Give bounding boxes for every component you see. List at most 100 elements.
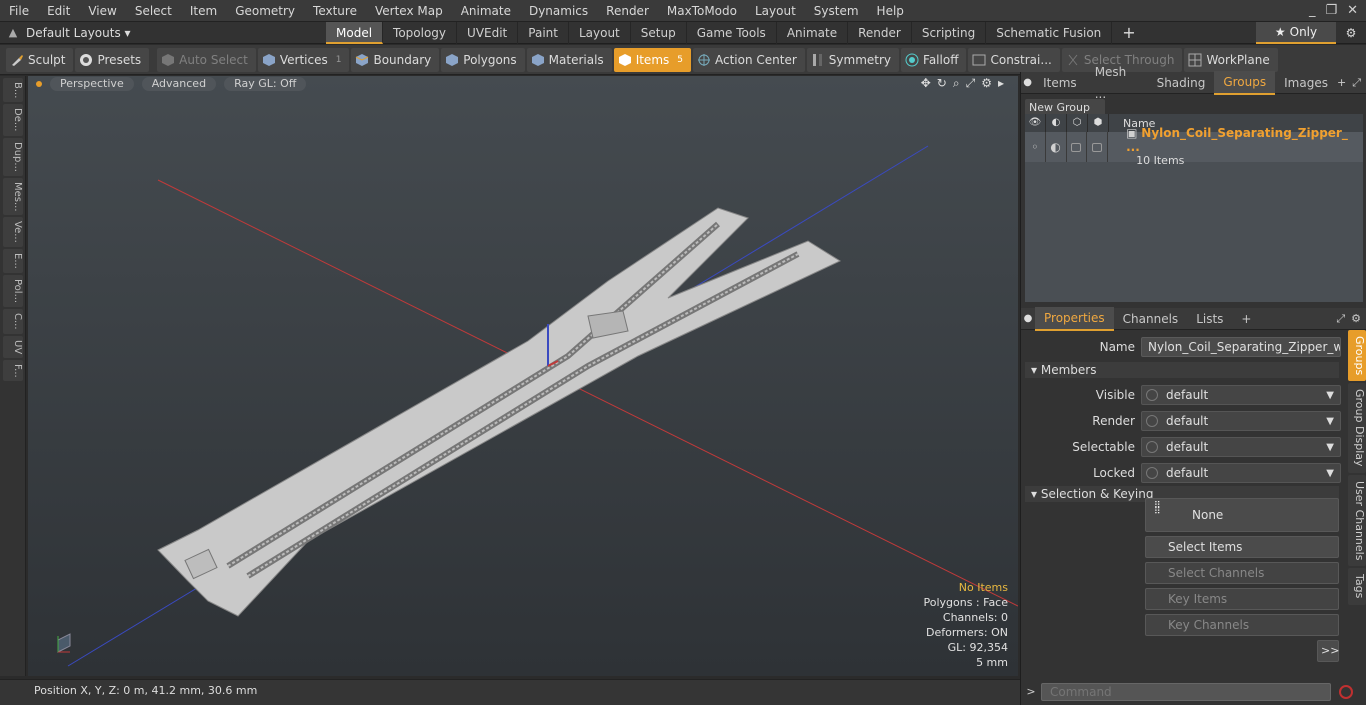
more-button[interactable]: >>	[1317, 640, 1339, 662]
lock-column-icon[interactable]: ⬢	[1088, 114, 1109, 132]
tab-paint[interactable]: Paint	[518, 21, 569, 44]
left-tab-edge[interactable]: E...	[3, 249, 23, 273]
symmetry-button[interactable]: Symmetry	[806, 47, 900, 72]
tab-groups[interactable]: Groups	[1214, 70, 1276, 95]
menu-vertex-map[interactable]: Vertex Map	[366, 0, 452, 22]
menu-edit[interactable]: Edit	[38, 0, 79, 22]
render-dropdown[interactable]: default ▼	[1141, 411, 1341, 431]
tab-layout[interactable]: Layout	[569, 21, 631, 44]
add-tab-icon[interactable]: +	[1112, 23, 1145, 42]
tab-animate[interactable]: Animate	[777, 21, 849, 44]
select-items-button[interactable]: Select Items	[1145, 536, 1339, 558]
tab-schematic-fusion[interactable]: Schematic Fusion	[986, 21, 1113, 44]
key-channels-button[interactable]: Key Channels	[1145, 614, 1339, 636]
view-type-button[interactable]: Perspective	[50, 77, 134, 91]
locked-dropdown[interactable]: default ▼	[1141, 463, 1341, 483]
tab-setup[interactable]: Setup	[631, 21, 687, 44]
select-channels-button[interactable]: Select Channels	[1145, 562, 1339, 584]
menu-layout[interactable]: Layout	[746, 0, 805, 22]
menu-help[interactable]: Help	[868, 0, 913, 22]
layout-arrow-icon[interactable]: ▲	[0, 26, 26, 39]
left-tab-vertex[interactable]: Ve...	[3, 217, 23, 248]
gear-icon[interactable]: ⚙	[1336, 26, 1366, 40]
row-select-checkbox[interactable]	[1071, 142, 1082, 152]
menu-dynamics[interactable]: Dynamics	[520, 0, 597, 22]
visible-dropdown[interactable]: default ▼	[1141, 385, 1341, 405]
side-tab-user-channels[interactable]: User Channels	[1348, 474, 1366, 567]
restore-icon[interactable]: ❐	[1325, 3, 1337, 18]
raygl-button[interactable]: Ray GL: Off	[224, 77, 307, 91]
tab-scripting[interactable]: Scripting	[912, 21, 987, 44]
left-tab-deform[interactable]: De...	[3, 104, 23, 136]
left-tab-mesh[interactable]: Mes...	[3, 177, 23, 216]
left-tab-curve[interactable]: C...	[3, 308, 23, 334]
add-props-tab-icon[interactable]: +	[1232, 308, 1260, 330]
menu-render[interactable]: Render	[597, 0, 658, 22]
tab-game-tools[interactable]: Game Tools	[687, 21, 777, 44]
table-row[interactable]: ◦ ◐ ▣ Nylon_Coil_Separating_Zipper_ ... …	[1025, 126, 1363, 167]
menu-geometry[interactable]: Geometry	[226, 0, 304, 22]
props-panel-menu-icon[interactable]: ●	[1021, 313, 1035, 324]
render-column-icon[interactable]: ◐	[1046, 114, 1067, 132]
row-lock-checkbox[interactable]	[1092, 142, 1103, 152]
menu-system[interactable]: System	[805, 0, 868, 22]
panel-menu-icon[interactable]: ●	[1021, 77, 1034, 88]
viewport-menu-icon[interactable]: ▸	[998, 76, 1004, 91]
record-macro-icon[interactable]	[1339, 684, 1353, 699]
tab-topology[interactable]: Topology	[383, 21, 458, 44]
members-section[interactable]: ▾ Members	[1025, 362, 1339, 378]
left-tab-duplicate[interactable]: Dup...	[3, 137, 23, 176]
menu-animate[interactable]: Animate	[452, 0, 520, 22]
left-tab-basic[interactable]: B...	[3, 78, 23, 103]
shading-mode-button[interactable]: Advanced	[141, 77, 217, 91]
auto-select-button[interactable]: Auto Select	[157, 47, 256, 72]
tab-items[interactable]: Items	[1034, 72, 1086, 94]
selectable-dropdown[interactable]: default ▼	[1141, 437, 1341, 457]
none-button[interactable]: ⠿ ⠿ None	[1145, 498, 1339, 532]
left-tab-fusion[interactable]: F...	[3, 359, 23, 382]
minimize-icon[interactable]: _	[1309, 3, 1316, 18]
side-tab-tags[interactable]: Tags	[1348, 568, 1366, 605]
3d-viewport[interactable]: Perspective Advanced Ray GL: Off ✥ ↻ ⌕ ⤢…	[28, 76, 1018, 676]
viewport-gear-icon[interactable]: ⚙	[981, 76, 992, 91]
rotate-view-icon[interactable]: ↻	[937, 76, 947, 91]
expand-props-icon[interactable]: ⤢	[1336, 312, 1345, 326]
fit-view-icon[interactable]: ⤢	[966, 76, 976, 91]
expand-panel-icon[interactable]: ⤢	[1352, 76, 1361, 90]
side-tab-groups[interactable]: Groups	[1348, 330, 1366, 382]
side-tab-group-display[interactable]: Group Display	[1348, 383, 1366, 473]
boundary-button[interactable]: Boundary	[351, 47, 440, 72]
tab-images[interactable]: Images	[1275, 72, 1337, 94]
menu-view[interactable]: View	[79, 0, 125, 22]
menu-maxtomodo[interactable]: MaxToModo	[658, 0, 746, 22]
vertices-button[interactable]: Vertices 1	[257, 47, 350, 72]
tab-model[interactable]: Model	[326, 21, 384, 44]
left-tab-polygon[interactable]: Pol...	[3, 274, 23, 307]
tab-channels[interactable]: Channels	[1114, 308, 1188, 330]
falloff-button[interactable]: Falloff	[901, 47, 967, 72]
menu-texture[interactable]: Texture	[304, 0, 366, 22]
zoom-view-icon[interactable]: ⌕	[953, 76, 960, 91]
menu-file[interactable]: File	[0, 0, 38, 22]
action-center-button[interactable]: Action Center	[693, 47, 805, 72]
props-gear-icon[interactable]: ⚙	[1351, 312, 1361, 326]
only-toggle[interactable]: ★ Only	[1256, 21, 1336, 44]
tab-uvedit[interactable]: UVEdit	[457, 21, 519, 44]
row-render-icon[interactable]: ◐	[1046, 132, 1067, 162]
move-view-icon[interactable]: ✥	[921, 76, 931, 91]
add-panel-tab-icon[interactable]: +	[1337, 76, 1346, 90]
left-tab-uv[interactable]: UV	[3, 335, 23, 358]
items-button[interactable]: Items 5	[613, 47, 691, 72]
group-name-cell[interactable]: ▣ Nylon_Coil_Separating_Zipper_ ... 10 I…	[1108, 126, 1363, 168]
polygons-button[interactable]: Polygons	[441, 47, 525, 72]
select-column-icon[interactable]: ⬡	[1067, 114, 1088, 132]
materials-button[interactable]: Materials	[526, 47, 612, 72]
visibility-column-icon[interactable]: 👁	[1025, 114, 1046, 132]
presets-button[interactable]: Presets	[75, 47, 150, 72]
command-input[interactable]	[1041, 682, 1331, 701]
constraints-button[interactable]: Constrai...	[968, 47, 1060, 72]
group-name-field[interactable]: Nylon_Coil_Separating_Zipper_with_S	[1141, 337, 1341, 357]
viewport-indicator-icon[interactable]	[36, 81, 42, 87]
close-icon[interactable]: ✕	[1347, 3, 1358, 18]
sculpt-button[interactable]: Sculpt	[6, 47, 74, 72]
